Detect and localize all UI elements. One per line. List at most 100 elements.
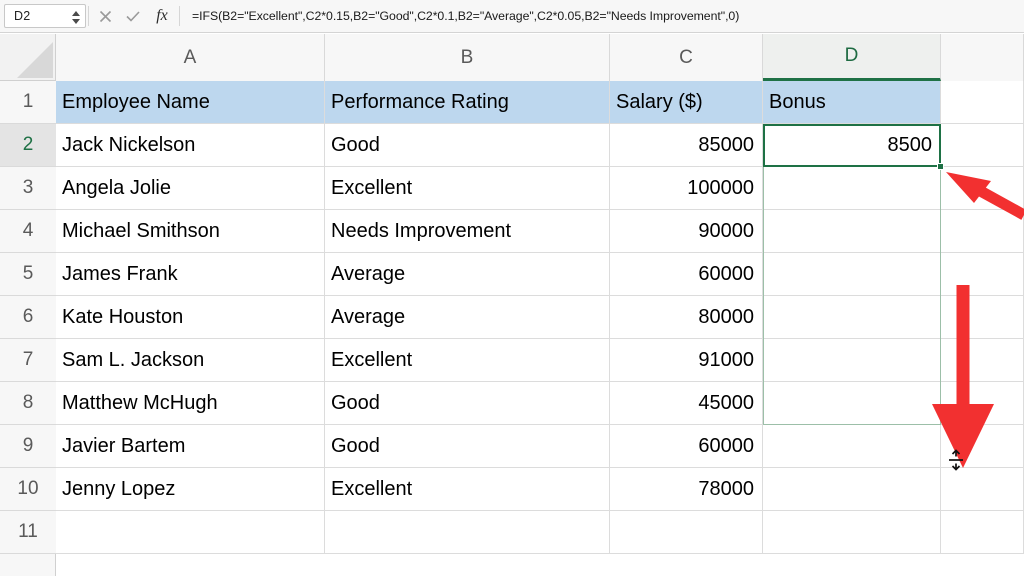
column-header-label: C	[679, 46, 693, 68]
cell-salary[interactable]: 100000	[610, 167, 763, 210]
cell-performance-rating[interactable]: Excellent	[325, 339, 610, 382]
row-header-label: 10	[17, 478, 39, 499]
cell-bonus[interactable]	[763, 210, 941, 253]
cell-salary[interactable]: 78000	[610, 468, 763, 511]
cell-employee-name[interactable]: James Frank	[56, 253, 325, 296]
row-header-label: 11	[18, 521, 38, 542]
column-header-b[interactable]: B	[325, 34, 610, 81]
column-headers: A B C D	[56, 34, 1024, 81]
spinner-down-icon	[71, 18, 80, 24]
row-header-label: 4	[22, 220, 34, 241]
cell-employee-name[interactable]: Javier Bartem	[56, 425, 325, 468]
spreadsheet-grid: A B C D 1 2 3 4 5 6 7 8 9 10 11 Employee Name Performa…	[0, 34, 1024, 576]
row-header-7[interactable]: 7	[0, 339, 56, 382]
name-box-value: D2	[14, 9, 31, 23]
cell-salary[interactable]: 90000	[610, 210, 763, 253]
row-header-label: 1	[22, 91, 34, 112]
row-header-11[interactable]: 11	[0, 511, 56, 554]
cell-employee-name[interactable]: Sam L. Jackson	[56, 339, 325, 382]
row-resize-cursor-icon	[949, 449, 963, 471]
cell-performance-rating[interactable]: Needs Improvement	[325, 210, 610, 253]
check-icon[interactable]	[119, 3, 147, 29]
insert-function-icon[interactable]: fx	[147, 3, 177, 29]
empty-cell[interactable]	[325, 511, 610, 554]
cell-salary[interactable]: 60000	[610, 253, 763, 296]
column-header-label: A	[183, 46, 197, 68]
row-header-1[interactable]: 1	[0, 81, 56, 124]
empty-cell[interactable]	[941, 468, 1024, 511]
row-header-8[interactable]: 8	[0, 382, 56, 425]
formula-input[interactable]: =IFS(B2="Excellent",C2*0.15,B2="Good",C2…	[182, 3, 1024, 29]
row-header-9[interactable]: 9	[0, 425, 56, 468]
cell-salary[interactable]: 91000	[610, 339, 763, 382]
table-header-cell[interactable]: Bonus	[763, 81, 941, 124]
empty-cell[interactable]	[941, 210, 1024, 253]
row-header-label: 2	[22, 134, 34, 155]
column-header-d[interactable]: D	[763, 34, 941, 81]
empty-cell[interactable]	[941, 81, 1024, 124]
empty-cell[interactable]	[941, 296, 1024, 339]
cell-bonus[interactable]	[763, 296, 941, 339]
cell-employee-name[interactable]: Angela Jolie	[56, 167, 325, 210]
formula-bar: D2 fx =IFS(B2="Excellent",C2*0.15,B2="Go…	[0, 0, 1024, 33]
cell-salary[interactable]: 80000	[610, 296, 763, 339]
cell-employee-name[interactable]: Michael Smithson	[56, 210, 325, 253]
select-all-triangle-icon	[17, 42, 53, 78]
cell-employee-name[interactable]: Matthew McHugh	[56, 382, 325, 425]
table-header-cell[interactable]: Employee Name	[56, 81, 325, 124]
cell-bonus[interactable]: 8500	[763, 124, 941, 167]
table-header-cell[interactable]: Performance Rating	[325, 81, 610, 124]
row-header-label: 9	[22, 435, 34, 456]
column-header-a[interactable]: A	[56, 34, 325, 81]
cell-bonus[interactable]	[763, 468, 941, 511]
cell-salary[interactable]: 60000	[610, 425, 763, 468]
column-header-e[interactable]	[941, 34, 1024, 81]
empty-cell[interactable]	[941, 124, 1024, 167]
cell-performance-rating[interactable]: Excellent	[325, 167, 610, 210]
row-header-4[interactable]: 4	[0, 210, 56, 253]
cell-performance-rating[interactable]: Good	[325, 382, 610, 425]
row-header-2[interactable]: 2	[0, 124, 56, 167]
cell-performance-rating[interactable]: Average	[325, 296, 610, 339]
column-header-c[interactable]: C	[610, 34, 763, 81]
empty-cell[interactable]	[941, 339, 1024, 382]
cell-bonus[interactable]	[763, 339, 941, 382]
row-header-5[interactable]: 5	[0, 253, 56, 296]
name-box[interactable]: D2	[4, 4, 86, 28]
cell-employee-name[interactable]: Kate Houston	[56, 296, 325, 339]
row-header-label: 7	[22, 349, 34, 370]
cell-performance-rating[interactable]: Average	[325, 253, 610, 296]
cell-employee-name[interactable]: Jenny Lopez	[56, 468, 325, 511]
empty-cell[interactable]	[941, 511, 1024, 554]
close-icon[interactable]	[91, 3, 119, 29]
cell-bonus[interactable]	[763, 382, 941, 425]
row-header-label: 6	[22, 306, 34, 327]
empty-cell[interactable]	[610, 511, 763, 554]
row-header-label: 5	[22, 263, 34, 284]
column-header-label: D	[844, 45, 859, 66]
cell-bonus[interactable]	[763, 253, 941, 296]
toolbar-divider-2	[179, 6, 180, 26]
cell-salary[interactable]: 85000	[610, 124, 763, 167]
row-header-6[interactable]: 6	[0, 296, 56, 339]
row-header-10[interactable]: 10	[0, 468, 56, 511]
empty-cell[interactable]	[763, 511, 941, 554]
cell-area[interactable]: Employee Name Performance Rating Salary ($…	[56, 81, 1024, 576]
empty-cell[interactable]	[941, 253, 1024, 296]
cell-performance-rating[interactable]: Excellent	[325, 468, 610, 511]
empty-cell[interactable]	[941, 167, 1024, 210]
cell-employee-name[interactable]: Jack Nickelson	[56, 124, 325, 167]
column-header-label: B	[460, 46, 474, 68]
cell-performance-rating[interactable]: Good	[325, 425, 610, 468]
cell-performance-rating[interactable]: Good	[325, 124, 610, 167]
cell-bonus[interactable]	[763, 167, 941, 210]
row-header-3[interactable]: 3	[0, 167, 56, 210]
cell-bonus[interactable]	[763, 425, 941, 468]
select-all-button[interactable]	[0, 34, 56, 81]
table-header-cell[interactable]: Salary ($)	[610, 81, 763, 124]
empty-cell[interactable]	[56, 511, 325, 554]
row-header-label: 8	[22, 392, 34, 413]
spinner-arrows-icon[interactable]	[71, 7, 80, 27]
cell-salary[interactable]: 45000	[610, 382, 763, 425]
empty-cell[interactable]	[941, 382, 1024, 425]
